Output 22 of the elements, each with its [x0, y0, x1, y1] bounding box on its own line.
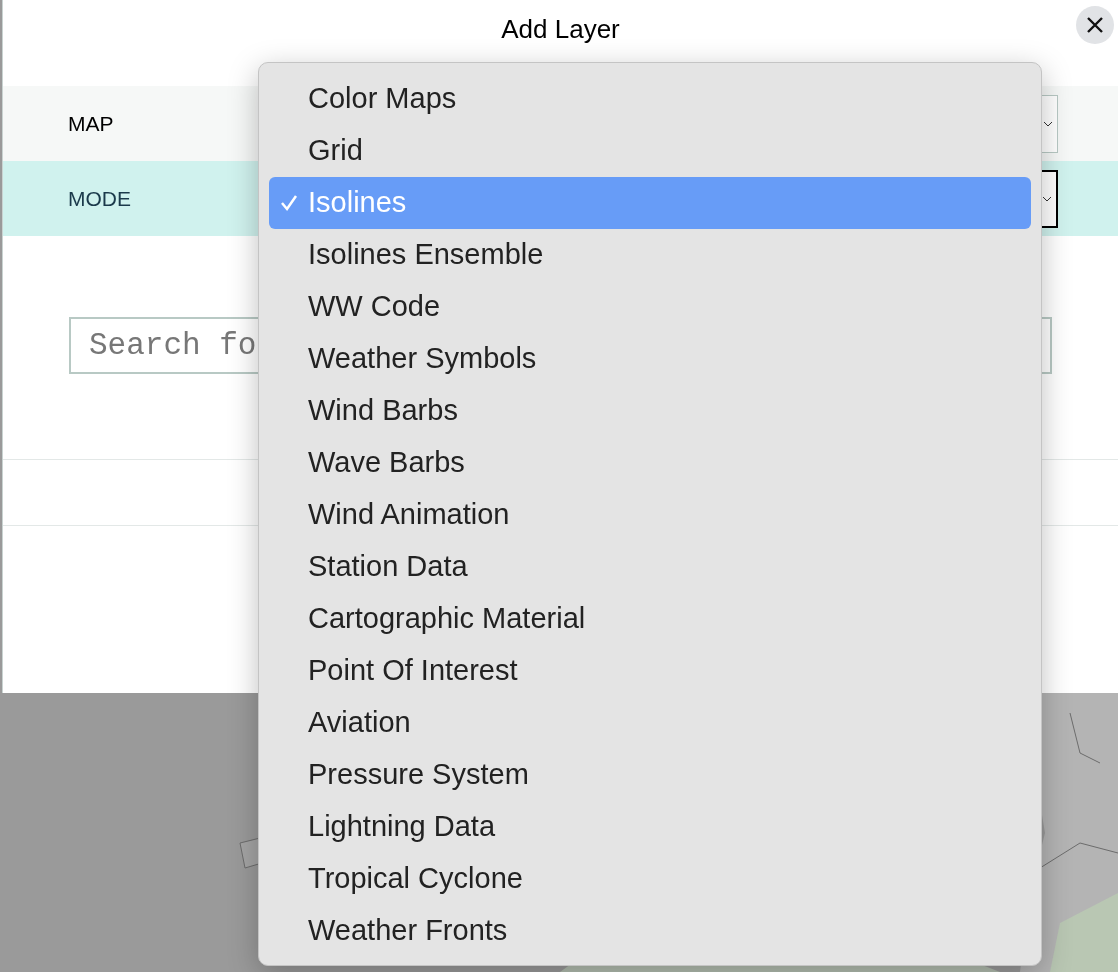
dropdown-item[interactable]: Aviation	[269, 697, 1031, 749]
dropdown-item[interactable]: Grid	[269, 125, 1031, 177]
dropdown-item[interactable]: Isolines Ensemble	[269, 229, 1031, 281]
dropdown-item[interactable]: WW Code	[269, 281, 1031, 333]
dropdown-item[interactable]: Point Of Interest	[269, 645, 1031, 697]
close-icon	[1085, 15, 1105, 35]
checkmark-icon	[279, 194, 298, 212]
dropdown-item[interactable]: Wave Barbs	[269, 437, 1031, 489]
dropdown-item[interactable]: Weather Fronts	[269, 905, 1031, 957]
dropdown-item[interactable]: Cartographic Material	[269, 593, 1031, 645]
dropdown-item[interactable]: Color Maps	[269, 73, 1031, 125]
dropdown-item[interactable]: Wind Barbs	[269, 385, 1031, 437]
close-button[interactable]	[1076, 6, 1114, 44]
dialog-title: Add Layer	[501, 13, 620, 46]
dropdown-item[interactable]: Pressure System	[269, 749, 1031, 801]
field-label: MAP	[68, 110, 115, 137]
dropdown-item[interactable]: Wind Animation	[269, 489, 1031, 541]
dropdown-item[interactable]: Station Data	[269, 541, 1031, 593]
dropdown-item[interactable]: Weather Symbols	[269, 333, 1031, 385]
dropdown-item[interactable]: Tropical Cyclone	[269, 853, 1031, 905]
field-label: MODE	[68, 185, 132, 212]
dropdown-item[interactable]: Lightning Data	[269, 801, 1031, 853]
